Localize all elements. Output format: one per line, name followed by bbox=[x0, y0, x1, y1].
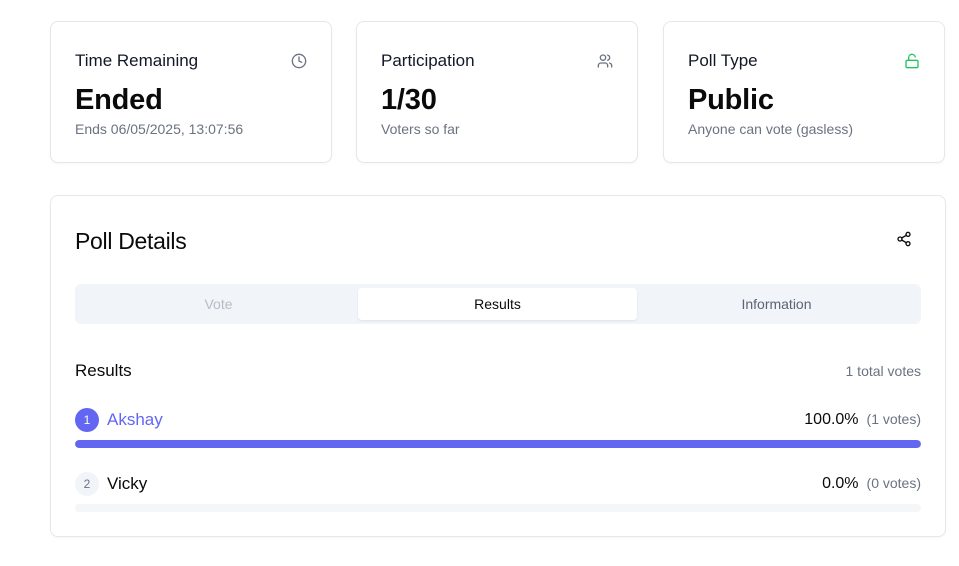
result-bar-track bbox=[75, 440, 921, 448]
result-stats: 0.0% (0 votes) bbox=[822, 475, 921, 493]
result-row: 1 Akshay 100.0% (1 votes) bbox=[75, 408, 921, 458]
poll-type-card: Poll Type Public Anyone can vote (gasles… bbox=[663, 21, 945, 163]
time-remaining-value: Ended bbox=[75, 84, 163, 116]
poll-type-sub: Anyone can vote (gasless) bbox=[688, 121, 853, 137]
result-bar-track bbox=[75, 504, 921, 512]
unlock-icon bbox=[905, 53, 919, 69]
candidate-name: Akshay bbox=[107, 410, 163, 429]
result-row: 2 Vicky 0.0% (0 votes) bbox=[75, 472, 921, 522]
participation-sub: Voters so far bbox=[381, 121, 460, 137]
result-votes: (1 votes) bbox=[866, 411, 921, 427]
clock-icon bbox=[291, 53, 307, 69]
poll-details-title: Poll Details bbox=[75, 228, 187, 254]
time-remaining-card: Time Remaining Ended Ends 06/05/2025, 13… bbox=[50, 21, 332, 163]
tab-vote[interactable]: Vote bbox=[79, 288, 358, 320]
users-icon bbox=[597, 54, 613, 68]
result-stats: 100.0% (1 votes) bbox=[804, 411, 921, 429]
poll-tabs: Vote Results Information bbox=[75, 284, 921, 324]
participation-card: Participation 1/30 Voters so far bbox=[356, 21, 638, 163]
result-percent: 100.0% bbox=[804, 411, 859, 428]
rank-badge: 1 bbox=[75, 408, 99, 432]
participation-value: 1/30 bbox=[381, 84, 437, 116]
share-button[interactable] bbox=[889, 224, 919, 254]
rank-badge: 2 bbox=[75, 472, 99, 496]
result-percent: 0.0% bbox=[822, 475, 859, 492]
poll-type-value: Public bbox=[688, 84, 774, 116]
candidate-name: Vicky bbox=[107, 474, 148, 493]
poll-details-card: Poll Details Vote Results Information Re… bbox=[50, 195, 946, 537]
tab-information[interactable]: Information bbox=[637, 288, 916, 320]
total-votes: 1 total votes bbox=[845, 363, 922, 379]
share-icon bbox=[897, 231, 911, 247]
results-heading: Results bbox=[75, 361, 132, 380]
poll-type-title: Poll Type bbox=[688, 51, 758, 70]
time-remaining-sub: Ends 06/05/2025, 13:07:56 bbox=[75, 121, 244, 137]
participation-title: Participation bbox=[381, 51, 475, 70]
time-remaining-title: Time Remaining bbox=[75, 51, 199, 70]
result-votes: (0 votes) bbox=[866, 475, 921, 491]
result-bar-fill bbox=[75, 440, 921, 448]
tab-results[interactable]: Results bbox=[358, 288, 637, 320]
